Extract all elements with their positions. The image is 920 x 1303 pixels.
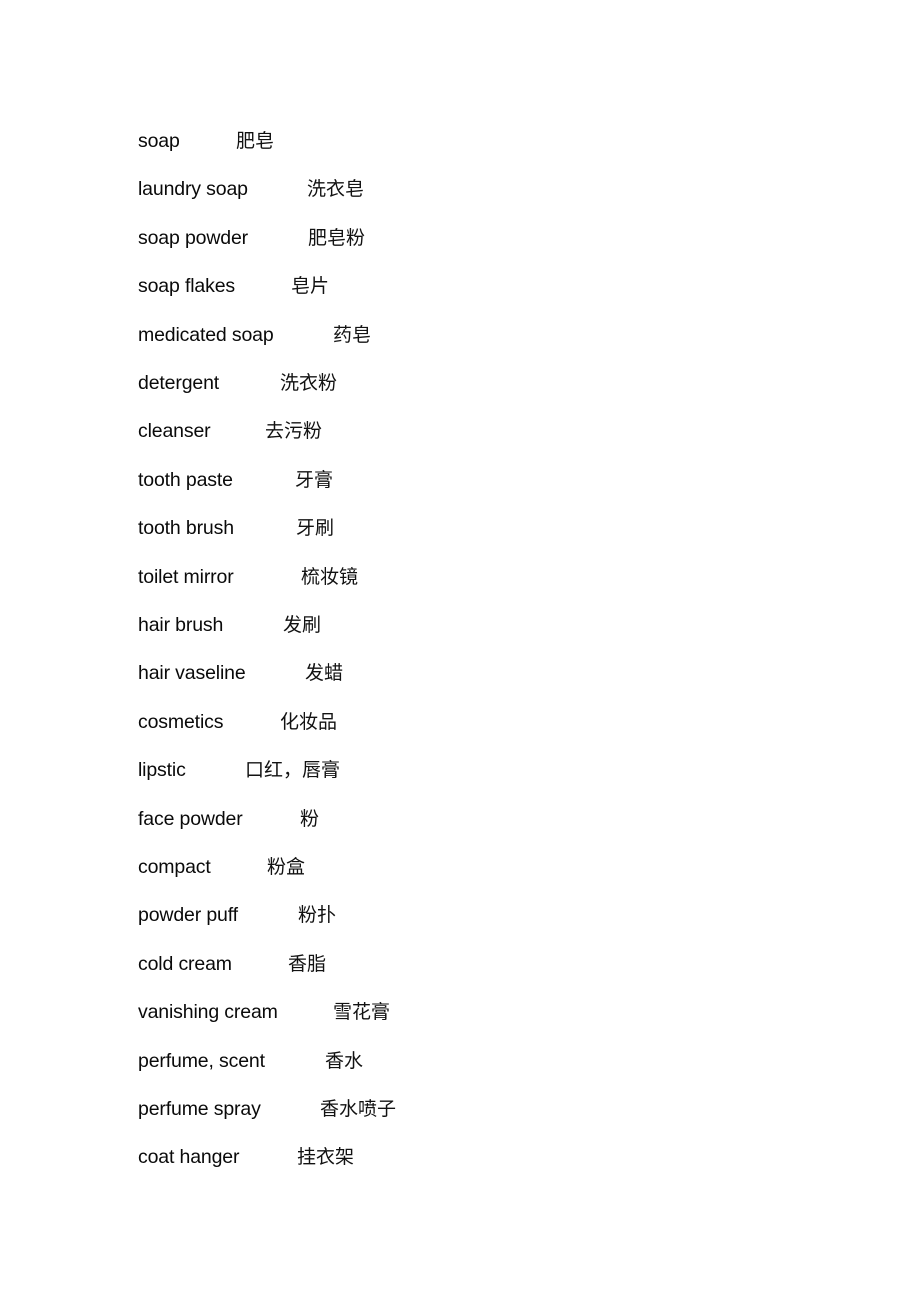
entry-term-english: powder puff xyxy=(138,904,238,926)
entry-term-english: soap powder xyxy=(138,227,249,249)
glossary-entry: compact 粉盒 xyxy=(0,854,920,902)
entry-gloss-chinese: 去污粉 xyxy=(265,420,323,442)
entry-gloss-chinese: 香水 xyxy=(325,1050,364,1072)
glossary-entry: toilet mirror 梳妆镜 xyxy=(0,564,920,612)
entry-term-english: coat hanger xyxy=(138,1146,240,1168)
entry-gloss-chinese: 皂片 xyxy=(291,275,330,297)
entry-gloss-chinese: 发蜡 xyxy=(305,662,344,684)
entry-term-english: hair brush xyxy=(138,614,224,636)
entry-term-english: cleanser xyxy=(138,420,211,442)
entry-gloss-chinese: 粉 xyxy=(300,808,320,830)
entry-gloss-chinese: 梳妆镜 xyxy=(301,566,359,588)
glossary-entry: cosmetics 化妆品 xyxy=(0,709,920,757)
entry-gloss-chinese: 牙膏 xyxy=(295,469,334,491)
entry-gloss-chinese: 化妆品 xyxy=(280,711,338,733)
entry-term-english: hair vaseline xyxy=(138,662,246,684)
entry-term-english: tooth brush xyxy=(138,517,234,539)
entry-term-english: lipstic xyxy=(138,759,186,781)
glossary-entry: cold cream 香脂 xyxy=(0,951,920,999)
glossary-entry: medicated soap 药皂 xyxy=(0,322,920,370)
entry-term-english: perfume spray xyxy=(138,1098,261,1120)
glossary-entry: soap flakes 皂片 xyxy=(0,273,920,321)
glossary-entry: soap powder 肥皂粉 xyxy=(0,225,920,273)
glossary-entry: coat hanger 挂衣架 xyxy=(0,1144,920,1192)
entry-term-english: laundry soap xyxy=(138,178,248,200)
document-page: soap 肥皂 laundry soap 洗衣皂 soap powder 肥皂粉 soap … xyxy=(0,0,920,1303)
entry-term-english: toilet mirror xyxy=(138,566,234,588)
entry-term-english: face powder xyxy=(138,808,243,830)
entry-term-english: cosmetics xyxy=(138,711,224,733)
entry-gloss-chinese: 发刷 xyxy=(283,614,322,636)
glossary-entry: soap 肥皂 xyxy=(0,128,920,176)
glossary-entry: perfume spray 香水喷子 xyxy=(0,1096,920,1144)
entry-gloss-chinese: 挂衣架 xyxy=(297,1146,355,1168)
entry-term-english: cold cream xyxy=(138,953,232,975)
entry-term-english: tooth paste xyxy=(138,469,233,491)
entry-gloss-chinese: 药皂 xyxy=(333,324,372,346)
glossary-entry: face powder 粉 xyxy=(0,806,920,854)
glossary-entry: powder puff 粉扑 xyxy=(0,902,920,950)
glossary-entry: vanishing cream 雪花膏 xyxy=(0,999,920,1047)
glossary-entry: detergent 洗衣粉 xyxy=(0,370,920,418)
entry-gloss-chinese: 洗衣粉 xyxy=(280,372,338,394)
entry-gloss-chinese: 雪花膏 xyxy=(333,1001,391,1023)
entry-term-english: soap xyxy=(138,130,180,152)
entry-gloss-chinese: 粉扑 xyxy=(298,904,337,926)
entry-term-english: detergent xyxy=(138,372,220,394)
entry-gloss-chinese: 香脂 xyxy=(288,953,327,975)
glossary-entry: tooth brush 牙刷 xyxy=(0,515,920,563)
glossary-entry: tooth paste 牙膏 xyxy=(0,467,920,515)
entry-term-english: medicated soap xyxy=(138,324,274,346)
entry-term-english: compact xyxy=(138,856,211,878)
entry-term-english: vanishing cream xyxy=(138,1001,278,1023)
entry-term-english: perfume, scent xyxy=(138,1050,265,1072)
glossary-entry: perfume, scent 香水 xyxy=(0,1048,920,1096)
entry-gloss-chinese: 洗衣皂 xyxy=(307,178,365,200)
glossary-entry: cleanser 去污粉 xyxy=(0,418,920,466)
entry-gloss-chinese: 口红，唇膏 xyxy=(245,759,341,781)
glossary-entry: lipstic 口红，唇膏 xyxy=(0,757,920,805)
glossary-entry: hair brush 发刷 xyxy=(0,612,920,660)
entry-gloss-chinese: 肥皂粉 xyxy=(308,227,366,249)
entry-term-english: soap flakes xyxy=(138,275,235,297)
entry-gloss-chinese: 牙刷 xyxy=(296,517,335,539)
entry-gloss-chinese: 肥皂 xyxy=(236,130,275,152)
entry-gloss-chinese: 香水喷子 xyxy=(320,1098,397,1120)
glossary-entry: laundry soap 洗衣皂 xyxy=(0,176,920,224)
glossary-entry: hair vaseline 发蜡 xyxy=(0,660,920,708)
entry-gloss-chinese: 粉盒 xyxy=(267,856,306,878)
